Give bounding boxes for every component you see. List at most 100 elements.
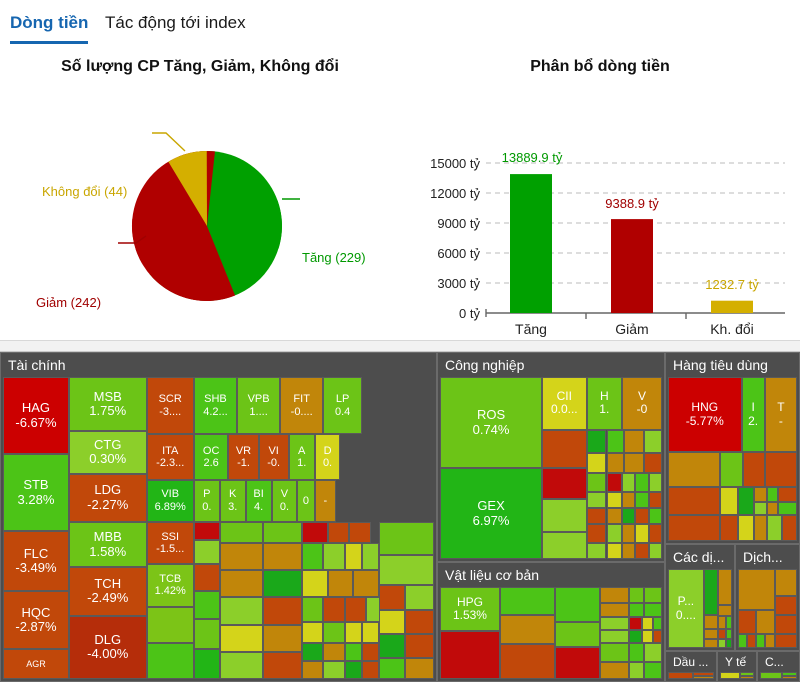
treemap-tile-ldg[interactable]: LDG -2.27% <box>68 473 147 522</box>
treemap-tile[interactable] <box>323 642 345 661</box>
treemap-tile[interactable] <box>262 651 302 679</box>
treemap-tile[interactable] <box>703 629 718 639</box>
treemap-tile[interactable] <box>301 543 324 571</box>
treemap-tile[interactable] <box>644 661 662 679</box>
treemap-tile[interactable] <box>193 564 220 592</box>
treemap-section[interactable]: Công nghiệp ROS 0.74% GEX 6.97% CII 0.0... H 1. V… <box>437 352 665 562</box>
treemap-tile[interactable] <box>648 508 662 525</box>
treemap-tile-dlg[interactable]: DLG -4.00% <box>68 615 147 679</box>
treemap-tile[interactable] <box>754 501 768 515</box>
treemap-tile[interactable] <box>323 621 345 643</box>
treemap-tile-0[interactable]: 0 <box>297 479 315 522</box>
treemap-tile-v[interactable]: V -0 <box>622 377 662 430</box>
treemap-tile[interactable] <box>405 585 434 610</box>
treemap-tile[interactable] <box>642 617 654 631</box>
treemap-tile[interactable] <box>362 642 380 661</box>
treemap-tile[interactable] <box>717 638 727 648</box>
treemap-tile[interactable] <box>193 618 220 649</box>
treemap-tile-bi[interactable]: BI 4. <box>245 479 272 522</box>
treemap-tile[interactable] <box>586 524 607 543</box>
treemap-tile[interactable] <box>606 542 623 559</box>
treemap-tile[interactable] <box>542 429 587 468</box>
treemap-tile-ctg[interactable]: CTG 0.30% <box>68 431 147 474</box>
treemap-tile[interactable] <box>754 486 768 502</box>
treemap-tile-hpg[interactable]: HPG 1.53% <box>440 587 500 632</box>
treemap-section[interactable]: Vật liệu cơ bản HPG 1.53% <box>437 562 665 682</box>
treemap-tile-lp[interactable]: LP 0.4 <box>323 377 362 435</box>
treemap-tile-stb[interactable]: STB 3.28% <box>3 454 69 531</box>
treemap-tile[interactable] <box>146 606 194 643</box>
treemap-section[interactable]: Các dị... P... 0.... <box>665 544 735 651</box>
treemap-tile[interactable] <box>622 491 636 509</box>
treemap-tile[interactable] <box>379 609 406 634</box>
treemap-tile[interactable] <box>628 587 645 603</box>
treemap-tile[interactable] <box>755 633 766 648</box>
treemap-tile[interactable] <box>599 602 629 618</box>
treemap-tile[interactable] <box>622 508 636 525</box>
treemap-tile[interactable] <box>726 638 732 648</box>
treemap-tile-vpb[interactable]: VPB 1.... <box>237 377 281 435</box>
treemap-tile-ita[interactable]: ITA -2.3... <box>146 434 194 480</box>
treemap-tile[interactable] <box>219 570 263 598</box>
treemap-tile[interactable] <box>644 453 662 474</box>
treemap-tile[interactable] <box>717 604 732 617</box>
treemap-tile[interactable] <box>767 501 778 515</box>
treemap-tile[interactable] <box>344 543 363 571</box>
treemap-section[interactable]: Hàng tiêu dùng HNG -5.77% I 2. T - <box>665 352 800 544</box>
treemap-tile[interactable] <box>362 621 380 643</box>
treemap-tile[interactable] <box>542 498 587 532</box>
treemap-tile[interactable] <box>644 602 662 618</box>
treemap-tile[interactable] <box>767 486 778 502</box>
treemap-tile[interactable] <box>781 514 797 541</box>
treemap-tile[interactable] <box>146 642 194 679</box>
treemap-tile[interactable] <box>668 452 720 487</box>
treemap-tile[interactable] <box>193 521 220 541</box>
treemap-tile[interactable] <box>738 633 748 648</box>
treemap-tile[interactable] <box>774 614 797 634</box>
treemap-tile[interactable] <box>628 602 645 618</box>
treemap-tile[interactable] <box>301 521 328 544</box>
treemap-tile[interactable] <box>740 675 754 679</box>
treemap-tile[interactable] <box>737 514 755 541</box>
treemap-tile[interactable] <box>628 661 645 679</box>
treemap-tile[interactable] <box>635 508 649 525</box>
treemap-tile-h[interactable]: H 1. <box>586 377 623 430</box>
treemap-tile[interactable] <box>193 648 220 679</box>
treemap-tile[interactable] <box>499 614 556 645</box>
treemap-tile[interactable] <box>405 657 434 679</box>
treemap-tile-v[interactable]: V 0. <box>271 479 298 522</box>
treemap-tile[interactable] <box>193 591 220 619</box>
treemap-tile[interactable] <box>219 543 263 571</box>
treemap-tile[interactable] <box>606 473 623 492</box>
treemap-tile-i[interactable]: I 2. <box>741 377 765 453</box>
treemap-tile-shb[interactable]: SHB 4.2... <box>193 377 238 435</box>
treemap-tile[interactable] <box>262 597 302 625</box>
treemap-tile[interactable] <box>301 570 328 598</box>
treemap-tile[interactable] <box>782 675 797 679</box>
treemap-tile[interactable] <box>622 473 636 492</box>
treemap-tile[interactable] <box>301 660 324 679</box>
treemap-tile[interactable] <box>440 631 500 679</box>
treemap-tile-tch[interactable]: TCH -2.49% <box>68 567 147 616</box>
treemap-tile-flc[interactable]: FLC -3.49% <box>3 531 69 592</box>
treemap-tile[interactable] <box>323 660 345 679</box>
treemap-tile-agr[interactable]: AGR <box>3 648 69 679</box>
treemap-tile[interactable] <box>648 524 662 543</box>
treemap-tile[interactable] <box>642 630 654 644</box>
treemap-tile[interactable] <box>599 630 629 644</box>
treemap-tile-vi[interactable]: VI -0. <box>258 434 289 480</box>
treemap-tile[interactable] <box>344 597 367 622</box>
treemap-tile[interactable] <box>555 621 600 647</box>
treemap-tile[interactable] <box>644 643 662 662</box>
treemap-tile[interactable] <box>635 524 649 543</box>
treemap-tile[interactable] <box>599 587 629 603</box>
treemap-tile[interactable] <box>754 514 768 541</box>
treemap-tile[interactable] <box>586 453 607 474</box>
treemap-tile-gex[interactable]: GEX 6.97% <box>440 468 543 559</box>
treemap-tile[interactable] <box>747 633 756 648</box>
treemap-tile[interactable] <box>719 452 743 487</box>
treemap-tile[interactable] <box>777 501 797 515</box>
treemap-tile[interactable] <box>693 675 714 679</box>
treemap-tile[interactable] <box>774 595 797 615</box>
treemap-section[interactable]: Dầu ... <box>665 651 717 682</box>
